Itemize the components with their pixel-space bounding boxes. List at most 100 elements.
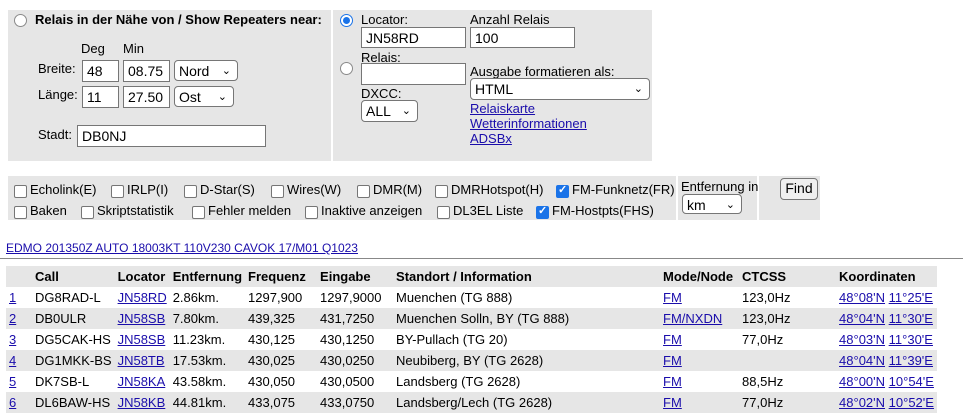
deg-label: Deg: [81, 41, 105, 56]
row-number-link[interactable]: 4: [6, 350, 32, 371]
frequency-cell-text: 430,050: [248, 374, 296, 389]
mode-link[interactable]: FM: [660, 350, 739, 371]
latitude-link[interactable]: 48°02'N: [839, 395, 885, 410]
locator-link-text[interactable]: JN58KB: [118, 395, 166, 410]
laenge-min-input[interactable]: 27.50: [123, 86, 170, 108]
stadt-input[interactable]: DB0NJ: [77, 125, 266, 147]
filter-checkbox[interactable]: [536, 204, 549, 219]
anzahl-input[interactable]: 100: [470, 27, 575, 48]
row-number-link[interactable]: 1: [6, 287, 32, 308]
column-header: Locator: [117, 269, 166, 284]
filter-label: Echolink(E): [30, 182, 97, 197]
dxcc-label: DXCC:: [361, 86, 402, 101]
mode-link[interactable]: FM: [660, 287, 739, 308]
row-number-link-text[interactable]: 4: [9, 353, 16, 368]
locator-link[interactable]: JN58SB: [115, 308, 170, 329]
input-cell-text: 430,0250: [320, 353, 375, 368]
input-cell: 430,0500: [317, 371, 393, 392]
relaiskarte-link[interactable]: Relaiskarte: [470, 101, 535, 116]
mode-link-text[interactable]: FM: [663, 353, 682, 368]
filter-checkbox[interactable]: [192, 206, 205, 219]
mode-link-text[interactable]: FM: [663, 395, 682, 410]
longitude-link[interactable]: 10°54'E: [889, 374, 934, 389]
locator-link[interactable]: JN58RD: [115, 287, 170, 308]
filter-checkbox[interactable]: [305, 206, 318, 219]
ausgabe-select[interactable]: HTML ⌄: [470, 78, 650, 100]
latitude-link[interactable]: 48°04'N: [839, 353, 885, 368]
row-number-link-text[interactable]: 5: [9, 374, 16, 389]
chevron-down-icon: ⌄: [633, 83, 643, 95]
adsbx-link[interactable]: ADSBx: [470, 131, 512, 146]
filter-checkbox[interactable]: [111, 185, 124, 198]
mode-link-text[interactable]: FM: [663, 290, 682, 305]
mode-link[interactable]: FM/NXDN: [660, 308, 739, 329]
locator-link-text[interactable]: JN58KA: [118, 374, 166, 389]
row-number-link[interactable]: 5: [6, 371, 32, 392]
find-button[interactable]: Find: [780, 178, 818, 200]
latitude-link[interactable]: 48°04'N: [839, 311, 885, 326]
row-number-link-text[interactable]: 3: [9, 332, 16, 347]
row-number-link-text[interactable]: 1: [9, 290, 16, 305]
locator-link[interactable]: JN58TB: [115, 350, 170, 371]
latitude-link[interactable]: 48°03'N: [839, 332, 885, 347]
filter-checkbox[interactable]: [556, 183, 569, 198]
longitude-link[interactable]: 10°52'E: [889, 395, 934, 410]
filter-checkbox[interactable]: [357, 185, 370, 198]
frequency-cell: 430,125: [245, 329, 317, 350]
longitude-link[interactable]: 11°30'E: [889, 332, 933, 347]
longitude-link[interactable]: 11°39'E: [889, 353, 933, 368]
latitude-link[interactable]: 48°08'N: [839, 290, 885, 305]
breite-min-input[interactable]: 08.75: [123, 60, 170, 82]
locator-link-text[interactable]: JN58SB: [118, 332, 166, 347]
filter-checkbox[interactable]: [435, 185, 448, 198]
laenge-direction-select[interactable]: Ost ⌄: [174, 86, 234, 107]
filter-checkbox[interactable]: [14, 185, 27, 198]
longitude-link[interactable]: 11°30'E: [889, 311, 933, 326]
dxcc-select[interactable]: ALL ⌄: [361, 100, 418, 122]
filter-checkbox[interactable]: [184, 185, 197, 198]
locator-link-text[interactable]: JN58SB: [118, 311, 166, 326]
mode-link-text[interactable]: FM: [663, 332, 682, 347]
breite-direction-select[interactable]: Nord ⌄: [174, 60, 238, 81]
frequency-cell: 439,325: [245, 308, 317, 329]
locator-link[interactable]: JN58KA: [115, 371, 170, 392]
input-cell-text: 431,7250: [320, 311, 375, 326]
distance-cell-text: 43.58km.: [172, 374, 227, 389]
locator-link[interactable]: JN58SB: [115, 329, 170, 350]
distance-cell-text: 7.80km.: [172, 311, 219, 326]
laenge-deg-input[interactable]: 11: [82, 86, 119, 108]
row-number-link-text[interactable]: 2: [9, 311, 16, 326]
breite-deg-input[interactable]: 48: [82, 60, 119, 82]
row-number-link[interactable]: 2: [6, 308, 32, 329]
filter-checkbox[interactable]: [437, 206, 450, 219]
call-cell-text: DL6BAW-HS: [35, 395, 111, 410]
entfernung-unit-select[interactable]: km ⌄: [682, 194, 742, 214]
filter-label: Wires(W): [287, 182, 342, 197]
locator-link-text[interactable]: JN58RD: [118, 290, 167, 305]
filter-checkbox[interactable]: [271, 185, 284, 198]
longitude-link[interactable]: 11°25'E: [889, 290, 933, 305]
locator-link[interactable]: JN58KB: [115, 392, 170, 413]
mode-link[interactable]: FM: [660, 329, 739, 350]
locator-radio[interactable]: [340, 14, 353, 27]
mode-link-text[interactable]: FM: [663, 374, 682, 389]
site-cell: Muenchen Solln, BY (TG 888): [393, 308, 660, 329]
relais-radio[interactable]: [340, 62, 353, 75]
breite-direction-value: Nord: [179, 63, 210, 79]
mode-link-text[interactable]: FM/NXDN: [663, 311, 722, 326]
filter-checkbox[interactable]: [14, 206, 27, 219]
search-near-radio[interactable]: [14, 14, 27, 27]
distance-cell: 7.80km.: [170, 308, 245, 329]
relais-input[interactable]: [361, 63, 466, 85]
latitude-link[interactable]: 48°00'N: [839, 374, 885, 389]
mode-link[interactable]: FM: [660, 392, 739, 413]
row-number-link[interactable]: 6: [6, 392, 32, 413]
wetterinformationen-link[interactable]: Wetterinformationen: [470, 116, 587, 131]
locator-input[interactable]: JN58RD: [361, 27, 466, 48]
row-number-link[interactable]: 3: [6, 329, 32, 350]
locator-link-text[interactable]: JN58TB: [118, 353, 165, 368]
metar-link[interactable]: EDMO 201350Z AUTO 18003KT 110V230 CAVOK …: [6, 241, 358, 255]
mode-link[interactable]: FM: [660, 371, 739, 392]
row-number-link-text[interactable]: 6: [9, 395, 16, 410]
filter-checkbox[interactable]: [81, 206, 94, 219]
